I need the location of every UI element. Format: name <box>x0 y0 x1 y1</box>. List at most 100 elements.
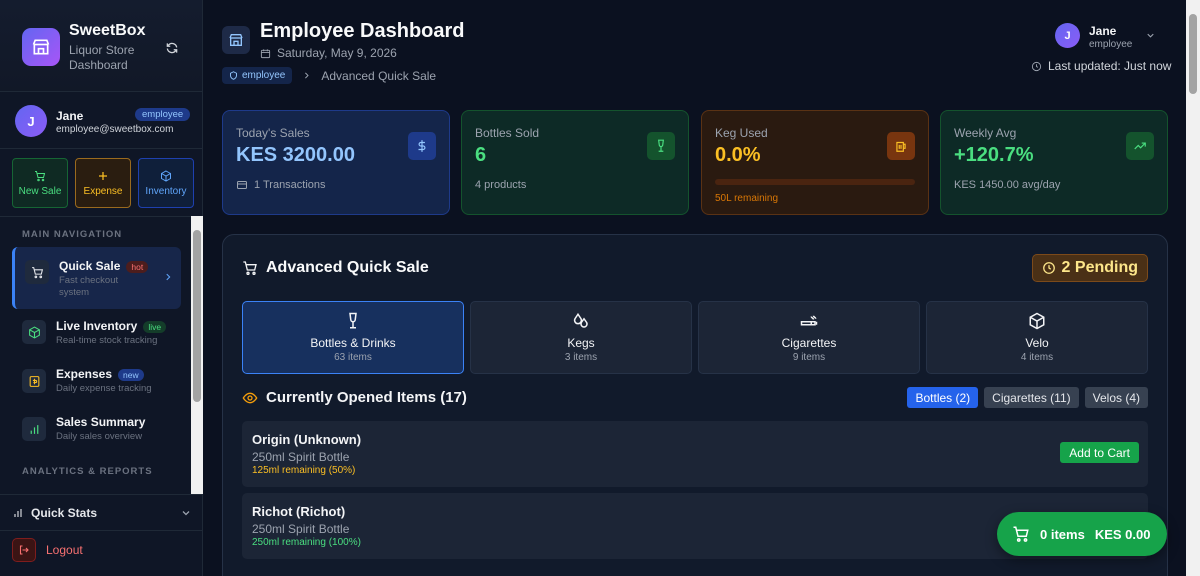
inventory-button[interactable]: Inventory <box>138 158 194 208</box>
nav-desc: Fast checkout system <box>59 275 119 298</box>
plus-icon <box>99 171 107 180</box>
wine-glass-icon <box>647 132 675 160</box>
nav-title-text: Expenses <box>56 367 113 381</box>
user-card: J Jane employee@sweetbox.com employee <box>0 93 203 149</box>
item-filters: Bottles (2) Cigarettes (11) Velos (4) <box>907 387 1148 408</box>
nav-desc: Real-time stock tracking <box>56 335 158 346</box>
tab-kegs[interactable]: Kegs 3 items <box>470 301 692 374</box>
page-scroll-thumb[interactable] <box>1189 14 1197 94</box>
eye-icon <box>242 392 258 403</box>
shield-icon <box>230 71 237 80</box>
opened-items-title: Currently Opened Items (17) <box>242 389 467 406</box>
category-tabs: Bottles & Drinks 63 items Kegs 3 items C… <box>242 301 1148 374</box>
user-name: Jane <box>56 109 84 123</box>
list-item: Origin (Unknown) 250ml Spirit Bottle 125… <box>242 421 1148 487</box>
cart-button[interactable]: 0 items KES 0.00 <box>997 512 1167 556</box>
stat-sub: 1 Transactions <box>236 179 436 191</box>
wine-glass-icon <box>349 312 357 329</box>
stat-value: 0.0% <box>715 144 761 166</box>
tab-velo[interactable]: Velo 4 items <box>926 301 1148 374</box>
tab-label: Kegs <box>567 336 595 350</box>
stat-label: Bottles Sold <box>475 126 540 140</box>
cart-items: 0 items <box>1040 526 1085 542</box>
avatar: J <box>1055 23 1080 48</box>
new-badge: new <box>118 369 144 381</box>
nav-title-text: Quick Sale <box>59 259 121 273</box>
stat-card-weekly-avg: Weekly Avg +120.7% KES 1450.00 avg/day <box>940 110 1168 215</box>
sidebar-scrollbar[interactable] <box>191 216 203 494</box>
pending-badge[interactable]: 2 Pending <box>1031 254 1148 282</box>
tab-bottles-drinks[interactable]: Bottles & Drinks 63 items <box>242 301 464 374</box>
item-type: 250ml Spirit Bottle <box>252 522 350 536</box>
sidebar-item-live-inventory[interactable]: Live Inventory live Real-time stock track… <box>12 311 181 359</box>
brand-name: SweetBox <box>69 22 146 39</box>
stat-value: KES 3200.00 <box>236 144 355 166</box>
stat-sub-text: 1 Transactions <box>254 179 326 191</box>
expense-button[interactable]: Expense <box>75 158 131 208</box>
add-to-cart-button[interactable]: Add to Cart <box>1060 442 1139 463</box>
stat-value: 6 <box>475 144 487 166</box>
chevron-right-icon <box>166 273 171 281</box>
page-scrollbar[interactable] <box>1186 0 1200 576</box>
quick-stats-label: Quick Stats <box>31 505 98 520</box>
cart-icon <box>1013 526 1029 542</box>
sidebar-item-quick-sale[interactable]: Quick Sale hot Fast checkout system <box>12 247 181 309</box>
expense-label: Expense <box>83 185 123 197</box>
brand-subtitle: Liquor Store Dashboard <box>69 43 135 72</box>
page-title: Employee Dashboard <box>260 20 465 42</box>
item-type: 250ml Spirit Bottle <box>252 450 350 464</box>
stat-card-keg-used: Keg Used 0.0% 50L remaining <box>701 110 929 215</box>
stat-value: +120.7% <box>954 144 1034 166</box>
nav-title-text: Sales Summary <box>56 415 146 429</box>
main-content: Employee Dashboard Saturday, May 9, 2026… <box>203 0 1186 576</box>
breadcrumb-role[interactable]: employee <box>222 67 293 84</box>
item-name: Origin (Unknown) <box>252 432 362 447</box>
panel-title: Advanced Quick Sale <box>242 259 429 277</box>
receipt-icon <box>22 369 46 393</box>
box-icon <box>161 169 171 182</box>
stat-sub: KES 1450.00 avg/day <box>954 179 1061 191</box>
tab-label: Bottles & Drinks <box>310 336 396 350</box>
chevron-right-icon <box>305 72 310 79</box>
stat-label: Keg Used <box>715 126 768 140</box>
quick-stats-toggle[interactable]: Quick Stats <box>0 494 203 531</box>
filter-cigarettes[interactable]: Cigarettes (11) <box>984 387 1079 408</box>
logout-button[interactable]: Logout <box>12 538 83 562</box>
nav-section-analytics: ANALYTICS & REPORTS <box>22 466 153 477</box>
last-updated: Last updated: Just now <box>1031 59 1171 73</box>
tab-cigarettes[interactable]: Cigarettes 9 items <box>698 301 920 374</box>
live-badge: live <box>143 321 167 333</box>
brand-header: SweetBox Liquor Store Dashboard <box>0 0 202 92</box>
logout-label: Logout <box>46 543 83 557</box>
sidebar-item-expenses[interactable]: Expenses new Daily expense tracking <box>12 359 181 407</box>
tab-count: 3 items <box>564 352 598 363</box>
keg-progress-bar <box>715 179 915 185</box>
sidebar-scroll-thumb[interactable] <box>193 230 201 402</box>
item-remaining: 125ml remaining (50%) <box>252 465 356 476</box>
page-date: Saturday, May 9, 2026 <box>260 46 397 60</box>
new-sale-button[interactable]: New Sale <box>12 158 68 208</box>
cart-icon <box>25 260 49 284</box>
header-user-name: Jane <box>1089 24 1117 38</box>
stat-card-todays-sales: Today's Sales KES 3200.00 1 Transactions <box>222 110 450 215</box>
drops-icon <box>573 312 588 328</box>
sidebar-item-sales-summary[interactable]: Sales Summary Daily sales overview <box>12 407 181 455</box>
nav-desc: Daily expense tracking <box>56 383 152 394</box>
tab-label: Cigarettes <box>781 336 837 350</box>
header-user-role: employee <box>1089 39 1133 50</box>
store-logo-icon <box>22 28 60 66</box>
panel-title-text: Advanced Quick Sale <box>266 259 429 276</box>
tab-count: 63 items <box>334 352 372 363</box>
refresh-icon[interactable] <box>163 39 181 57</box>
filter-velos[interactable]: Velos (4) <box>1084 387 1148 408</box>
user-email: employee@sweetbox.com <box>56 124 174 135</box>
opened-items-text: Currently Opened Items (17) <box>266 389 467 406</box>
item-name: Richot (Richot) <box>252 504 346 519</box>
inventory-label: Inventory <box>145 185 187 197</box>
tab-count: 4 items <box>1020 352 1054 363</box>
breadcrumb: employee Advanced Quick Sale <box>222 67 436 84</box>
filter-bottles[interactable]: Bottles (2) <box>907 387 979 408</box>
dollar-icon <box>408 132 436 160</box>
store-icon <box>222 26 250 54</box>
hot-badge: hot <box>126 261 149 273</box>
